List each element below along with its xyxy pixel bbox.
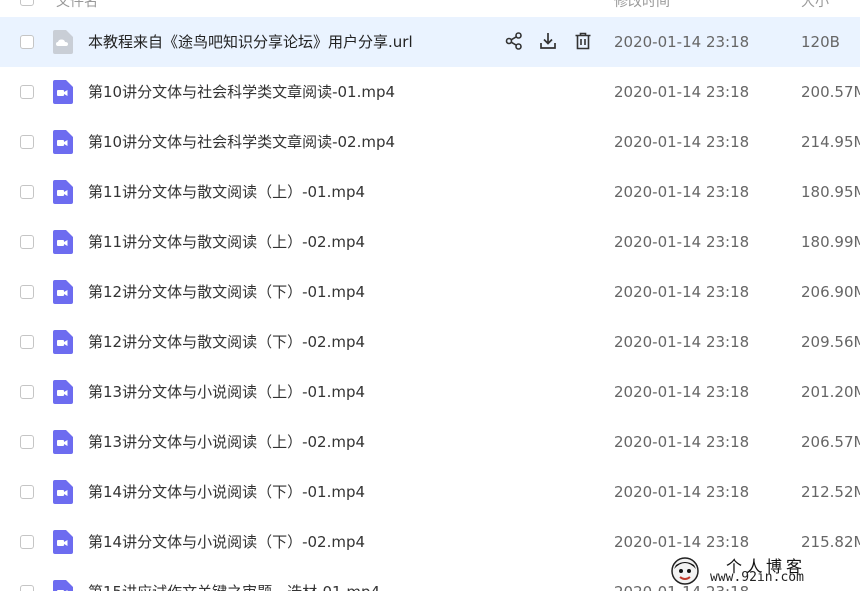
video-file-icon [51,530,73,554]
file-row[interactable]: 第13讲分文体与小说阅读（上）-02.mp4 2020-01-14 23:18 20… [0,417,860,467]
file-name[interactable]: 第15讲应试作文关键之审题、选材-01.mp4 [88,582,380,591]
video-file-icon [51,230,73,254]
row-checkbox[interactable] [20,85,34,99]
file-name[interactable]: 第12讲分文体与散文阅读（下）-02.mp4 [88,332,365,352]
file-name[interactable]: 第11讲分文体与散文阅读（上）-02.mp4 [88,232,365,252]
file-modified-time: 2020-01-14 23:18 [614,283,750,301]
file-modified-time: 2020-01-14 23:18 [614,333,750,351]
file-modified-time: 2020-01-14 23:18 [614,233,750,251]
column-header-modified-time[interactable]: 修改时间 [614,0,670,11]
file-modified-time: 2020-01-14 23:18 [614,533,750,551]
file-size: 206.90M [801,283,860,301]
video-file-icon [51,430,73,454]
cloud-file-icon [51,30,73,54]
download-button[interactable] [538,31,558,51]
file-modified-time: 2020-01-14 23:18 [614,33,750,51]
file-size: 201.20M [801,383,860,401]
file-size: 215.82M [801,533,860,551]
watermark-url: www.92in.com [710,570,804,585]
video-file-icon [51,80,73,104]
share-button[interactable] [504,31,524,51]
file-size: 200.57M [801,83,860,101]
row-checkbox[interactable] [20,435,34,449]
video-file-icon [51,380,73,404]
file-modified-time: 2020-01-14 23:18 [614,433,750,451]
row-checkbox[interactable] [20,385,34,399]
row-checkbox[interactable] [20,485,34,499]
share-icon [504,31,524,51]
file-size: 209.56M [801,333,860,351]
file-row[interactable]: 第10讲分文体与社会科学类文章阅读-01.mp4 2020-01-14 23:18… [0,67,860,117]
file-name[interactable]: 第11讲分文体与散文阅读（上）-01.mp4 [88,182,365,202]
delete-icon [573,31,593,51]
file-name[interactable]: 第12讲分文体与散文阅读（下）-01.mp4 [88,282,365,302]
row-checkbox[interactable] [20,585,34,591]
file-size: 206.57M [801,433,860,451]
delete-button[interactable] [573,31,593,51]
file-list: 文件名 修改时间 大小 本教程来自《途鸟吧知识分享论坛》用户分享.url 2020… [0,0,860,591]
file-name[interactable]: 第13讲分文体与小说阅读（上）-02.mp4 [88,432,365,452]
column-header-size[interactable]: 大小 [801,0,829,11]
video-file-icon [51,330,73,354]
video-file-icon [51,180,73,204]
file-modified-time: 2020-01-14 23:18 [614,183,750,201]
file-size: 120B [801,33,840,51]
file-row[interactable]: 本教程来自《途鸟吧知识分享论坛》用户分享.url 2020-01-14 23:18… [0,17,860,67]
video-file-icon [51,480,73,504]
row-checkbox[interactable] [20,335,34,349]
file-name[interactable]: 第10讲分文体与社会科学类文章阅读-01.mp4 [88,82,395,102]
file-size: 180.95M [801,183,860,201]
row-checkbox[interactable] [20,535,34,549]
file-name[interactable]: 本教程来自《途鸟吧知识分享论坛》用户分享.url [88,32,413,52]
file-row[interactable]: 第12讲分文体与散文阅读（下）-02.mp4 2020-01-14 23:18 20… [0,317,860,367]
row-checkbox[interactable] [20,35,34,49]
file-name[interactable]: 第14讲分文体与小说阅读（下）-01.mp4 [88,482,365,502]
file-modified-time: 2020-01-14 23:18 [614,133,750,151]
video-file-icon [51,280,73,304]
file-row[interactable]: 第13讲分文体与小说阅读（上）-01.mp4 2020-01-14 23:18 20… [0,367,860,417]
file-row[interactable]: 第10讲分文体与社会科学类文章阅读-02.mp4 2020-01-14 23:18… [0,117,860,167]
blog-watermark: 个人博客 www.92in.com [668,553,860,591]
file-name[interactable]: 第13讲分文体与小说阅读（上）-01.mp4 [88,382,365,402]
file-name[interactable]: 第14讲分文体与小说阅读（下）-02.mp4 [88,532,365,552]
file-size: 212.52M [801,483,860,501]
select-all-checkbox[interactable] [20,0,34,6]
download-icon [538,31,558,51]
column-header-name[interactable]: 文件名 [56,0,98,11]
file-size: 180.99M [801,233,860,251]
file-row[interactable]: 第11讲分文体与散文阅读（上）-01.mp4 2020-01-14 23:18 18… [0,167,860,217]
row-checkbox[interactable] [20,235,34,249]
video-file-icon [51,580,73,591]
file-row[interactable]: 第14讲分文体与小说阅读（下）-01.mp4 2020-01-14 23:18 21… [0,467,860,517]
row-checkbox[interactable] [20,285,34,299]
video-file-icon [51,130,73,154]
file-row[interactable]: 第11讲分文体与散文阅读（上）-02.mp4 2020-01-14 23:18 18… [0,217,860,267]
file-size: 214.95M [801,133,860,151]
watermark-logo [671,557,699,585]
file-row[interactable]: 第12讲分文体与散文阅读（下）-01.mp4 2020-01-14 23:18 20… [0,267,860,317]
file-modified-time: 2020-01-14 23:18 [614,83,750,101]
file-list-header: 文件名 修改时间 大小 [0,0,860,18]
file-name[interactable]: 第10讲分文体与社会科学类文章阅读-02.mp4 [88,132,395,152]
row-checkbox[interactable] [20,185,34,199]
file-modified-time: 2020-01-14 23:18 [614,483,750,501]
row-checkbox[interactable] [20,135,34,149]
file-modified-time: 2020-01-14 23:18 [614,383,750,401]
